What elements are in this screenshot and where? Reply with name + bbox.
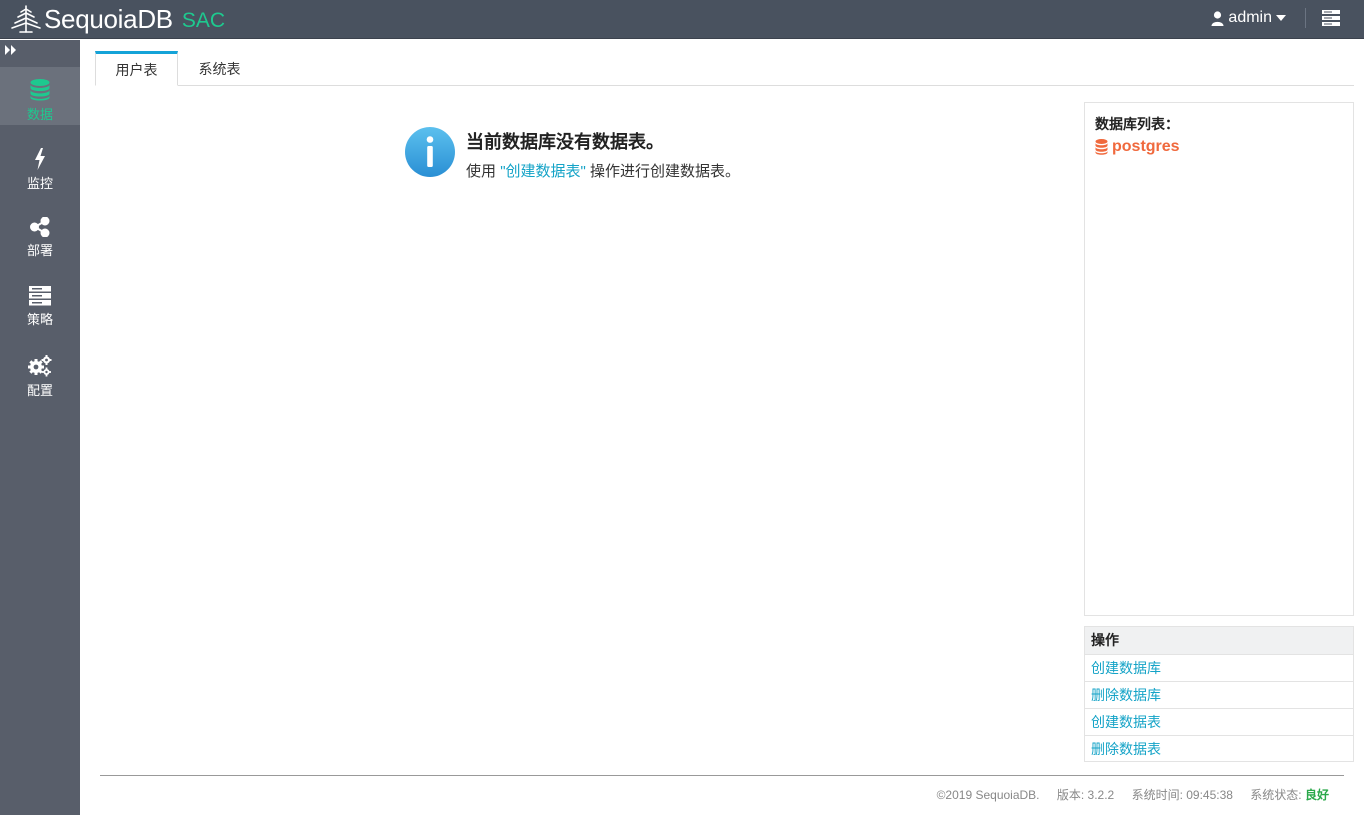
double-chevron-right-icon[interactable] — [4, 44, 18, 56]
notice-prefix: 使用 — [466, 163, 497, 180]
tab-user-tables[interactable]: 用户表 — [95, 51, 178, 86]
app-suffix: SAC — [181, 8, 226, 32]
server-icon — [29, 286, 51, 306]
info-icon — [405, 127, 455, 177]
create-table-link[interactable]: 创建数据表 — [1085, 709, 1353, 736]
sidebar-item-data[interactable]: 数据 — [0, 67, 80, 125]
operations-title: 操作 — [1085, 627, 1353, 655]
tab-system-tables[interactable]: 系统表 — [178, 51, 261, 86]
app-name: SequoiaDB — [44, 3, 173, 34]
sidebar-item-config[interactable]: 配置 — [0, 343, 80, 401]
footer-copyright: ©2019 SequoiaDB. — [936, 788, 1040, 802]
sidebar-item-monitor[interactable]: 监控 — [0, 136, 80, 194]
user-menu[interactable]: admin — [1211, 9, 1290, 27]
gears-icon — [28, 355, 52, 377]
sidebar-item-policy[interactable]: 策略 — [0, 274, 80, 332]
footer-version: 版本: 3.2.2 — [1056, 788, 1115, 802]
sequoia-tree-icon — [11, 5, 41, 33]
sidebar-item-deploy[interactable]: 部署 — [0, 205, 80, 263]
share-icon — [30, 217, 50, 237]
empty-notice: 当前数据库没有数据表。 使用 "创建数据表" 操作进行创建数据表。 — [405, 127, 740, 181]
sidebar-item-label: 部署 — [26, 243, 53, 258]
sidebar: 数据 监控 部署 策略 配置 — [0, 40, 80, 815]
notice-suffix: 操作进行创建数据表。 — [590, 163, 741, 180]
notice-title: 当前数据库没有数据表。 — [466, 132, 664, 153]
caret-down-icon — [1276, 15, 1286, 21]
sidebar-item-label: 数据 — [26, 107, 53, 122]
database-name: postgres — [1112, 138, 1180, 155]
delete-table-link[interactable]: 删除数据表 — [1085, 736, 1353, 763]
notice-description: 使用 "创建数据表" 操作进行创建数据表。 — [466, 160, 740, 181]
footer: ©2019 SequoiaDB. 版本: 3.2.2 系统时间: 09:45:3… — [937, 786, 1329, 803]
database-icon — [30, 79, 50, 101]
database-item-postgres[interactable]: postgres — [1095, 138, 1180, 156]
menu-icon[interactable] — [1322, 10, 1340, 26]
operations-panel: 操作 创建数据库 删除数据库 创建数据表 删除数据表 — [1084, 626, 1354, 762]
top-bar: SequoiaDB SAC admin — [0, 0, 1364, 39]
table-tabs: 用户表 系统表 — [95, 51, 1354, 86]
create-database-link[interactable]: 创建数据库 — [1085, 655, 1353, 682]
database-icon — [1095, 139, 1108, 155]
footer-divider — [100, 775, 1344, 776]
database-list-panel: 数据库列表： postgres — [1084, 102, 1354, 616]
sidebar-item-label: 配置 — [26, 383, 53, 398]
user-icon — [1211, 10, 1224, 26]
user-name: admin — [1228, 9, 1272, 26]
create-table-link[interactable]: "创建数据表" — [500, 163, 586, 180]
footer-status-label: 系统状态: — [1250, 788, 1302, 802]
footer-time: 系统时间: 09:45:38 — [1131, 788, 1233, 802]
sidebar-item-label: 监控 — [26, 176, 53, 191]
delete-database-link[interactable]: 删除数据库 — [1085, 682, 1353, 709]
status-badge: 良好 — [1304, 788, 1329, 802]
sidebar-item-label: 策略 — [26, 312, 53, 327]
app-logo[interactable]: SequoiaDB SAC — [10, 2, 225, 36]
database-list-title: 数据库列表： — [1095, 116, 1179, 132]
lightning-icon — [35, 148, 45, 170]
topbar-divider — [1305, 8, 1306, 28]
